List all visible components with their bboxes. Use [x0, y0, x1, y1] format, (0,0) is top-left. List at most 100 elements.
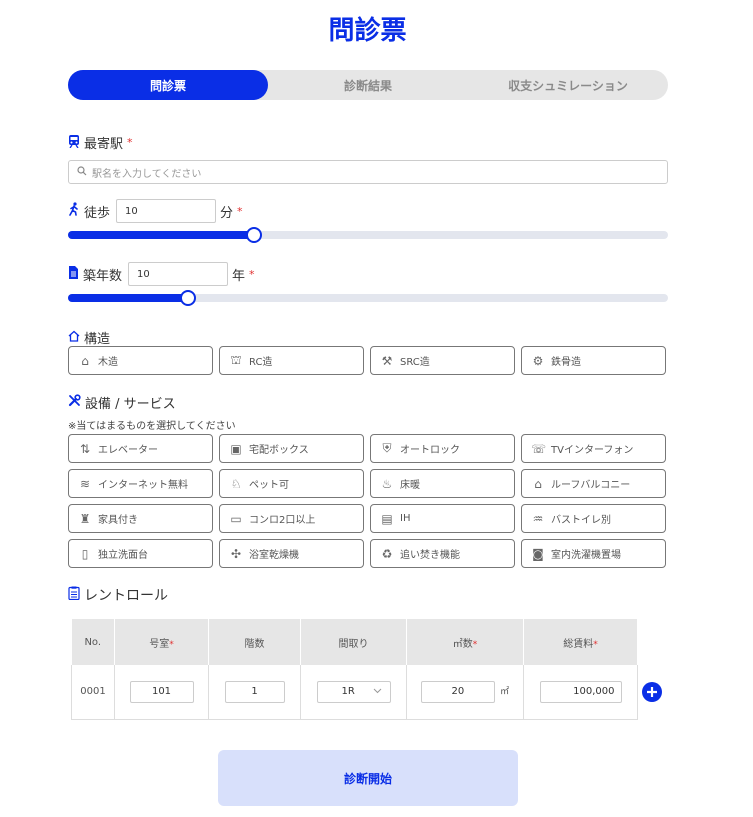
option-label: SRC造: [400, 357, 430, 368]
facility-option[interactable]: ⌂ ルーフバルコニー: [521, 469, 666, 498]
option-label: 床暖: [400, 480, 420, 491]
walk-label: 徒歩: [84, 205, 111, 221]
search-icon: [77, 165, 87, 179]
facility-option[interactable]: ⛨ オートロック: [370, 434, 515, 463]
option-label: TVインターフォン: [551, 445, 634, 456]
walk-label-row: 徒歩 10 分 *: [68, 199, 243, 223]
option-label: インターネット無料: [98, 480, 188, 491]
floor-input[interactable]: 1: [224, 680, 285, 703]
walk-slider-thumb[interactable]: [246, 227, 262, 243]
facility-option[interactable]: ♘ ペット可: [219, 469, 364, 498]
tab-questionnaire[interactable]: 問診票: [68, 70, 268, 100]
facility-option[interactable]: ▯ 独立洗面台: [68, 539, 213, 568]
option-label: エレベーター: [98, 445, 158, 456]
facility-option[interactable]: ▣ 宅配ボックス: [219, 434, 364, 463]
option-label: 鉄骨造: [551, 357, 581, 368]
walk-slider[interactable]: [68, 227, 668, 243]
facility-option[interactable]: ♻ 追い焚き機能: [370, 539, 515, 568]
station-search-input[interactable]: 駅名を入力してください: [68, 160, 668, 184]
option-label: コンロ2口以上: [249, 515, 316, 526]
age-slider-thumb[interactable]: [180, 290, 196, 306]
age-slider[interactable]: [68, 290, 668, 306]
structure-option-src[interactable]: ⚒ SRC造: [370, 346, 515, 375]
facility-option[interactable]: ☏ TVインターフォン: [521, 434, 666, 463]
building-age-input[interactable]: 10: [128, 262, 229, 286]
rent-roll-label: レントロール: [84, 588, 168, 604]
washing-machine-icon: ◙: [532, 546, 544, 561]
option-label: 浴室乾燥機: [249, 550, 299, 561]
start-diagnosis-button[interactable]: 診断開始: [218, 750, 518, 806]
facility-option[interactable]: ♨ 床暖: [370, 469, 515, 498]
rent-input[interactable]: 100,000: [539, 680, 622, 703]
station-search-placeholder: 駅名を入力してください: [92, 168, 202, 180]
elevator-icon: ⇅: [79, 441, 91, 456]
required-mark: *: [237, 204, 243, 218]
train-icon: [68, 134, 80, 151]
facilities-label-row: 設備 / サービス: [68, 393, 176, 412]
rent-roll-label-row: レントロール: [68, 585, 168, 605]
structure-option-rc[interactable]: ⛫ RC造: [219, 346, 364, 375]
facility-option[interactable]: ▭ コンロ2口以上: [219, 504, 364, 533]
layout-select-value: 1R: [341, 686, 355, 698]
floor-heating-icon: ♨: [381, 476, 393, 491]
area-unit: ㎡: [500, 687, 510, 698]
facility-option[interactable]: ✣ 浴室乾燥機: [219, 539, 364, 568]
facilities-note: ※当てはまるものを選択してください: [68, 421, 236, 432]
table-header-row: No. 号室* 階数 間取り ㎡数* 総賃料*: [71, 619, 638, 665]
rent-cell: 100,000: [523, 665, 638, 720]
facility-option[interactable]: ≋ インターネット無料: [68, 469, 213, 498]
station-label: 最寄駅: [84, 137, 124, 152]
bathtub-icon: ♒: [532, 511, 544, 526]
page-title: 問診票: [328, 16, 407, 46]
roof-balcony-icon: ⌂: [534, 476, 542, 491]
facility-options: ⇅ エレベーター ▣ 宅配ボックス ⛨ オートロック ☏ TVインターフォン ≋ インターネット無…: [68, 434, 668, 568]
area-input[interactable]: 20: [420, 680, 495, 703]
steel-icon: ⚙: [532, 353, 544, 368]
structure-label-row: 構造: [68, 328, 110, 347]
table-row: 0001 101 1 1R 20 ㎡ 100,000: [71, 665, 638, 720]
age-label: 築年数: [83, 268, 123, 284]
room-number-input[interactable]: 101: [129, 680, 194, 703]
walk-minutes-input[interactable]: 10: [116, 199, 217, 223]
age-unit: 年: [232, 268, 246, 284]
structure-label: 構造: [84, 332, 111, 347]
walk-unit: 分: [220, 205, 234, 221]
tab-income-simulation[interactable]: 収支シュミレーション: [468, 70, 668, 100]
floor-cell: 1: [208, 665, 301, 720]
room-cell: 101: [114, 665, 209, 720]
facility-option[interactable]: ♜ 家具付き: [68, 504, 213, 533]
walking-person-icon: [68, 202, 80, 220]
option-label: オートロック: [400, 445, 460, 456]
facilities-label: 設備 / サービス: [85, 397, 176, 412]
tab-diagnosis-result[interactable]: 診断結果: [268, 70, 468, 100]
layout-select[interactable]: 1R: [316, 680, 391, 703]
intercom-icon: ☏: [531, 441, 547, 456]
clipboard-icon: [68, 586, 80, 604]
facility-option[interactable]: ♒ バストイレ別: [521, 504, 666, 533]
house-icon: [68, 330, 80, 346]
option-label: 追い焚き機能: [400, 550, 460, 561]
option-label: 家具付き: [98, 515, 138, 526]
structure-option-wood[interactable]: ⌂ 木造: [68, 346, 213, 375]
facility-option[interactable]: ◙ 室内洗濯機置場: [521, 539, 666, 568]
concrete-icon: ⛫: [230, 352, 242, 367]
structure-option-steel[interactable]: ⚙ 鉄骨造: [521, 346, 666, 375]
add-row-button[interactable]: [642, 682, 662, 702]
furniture-icon: ♜: [79, 511, 91, 526]
tools-icon: [68, 394, 81, 411]
tab-bar: 問診票 診断結果 収支シュミレーション: [68, 70, 668, 100]
facility-option[interactable]: ▤ IH: [370, 504, 515, 533]
age-slider-fill: [68, 294, 188, 302]
facility-option[interactable]: ⇅ エレベーター: [68, 434, 213, 463]
option-label: RC造: [249, 357, 273, 368]
col-header-area: ㎡数*: [406, 619, 524, 665]
option-label: 木造: [98, 357, 118, 368]
chevron-down-icon: [373, 686, 382, 697]
required-mark: *: [127, 136, 133, 149]
ih-cooker-icon: ▤: [381, 511, 393, 526]
required-mark: *: [249, 267, 255, 281]
option-label: 宅配ボックス: [249, 445, 309, 456]
col-header-room: 号室*: [114, 619, 209, 665]
walk-slider-fill: [68, 231, 254, 239]
station-label-row: 最寄駅 *: [68, 133, 133, 152]
